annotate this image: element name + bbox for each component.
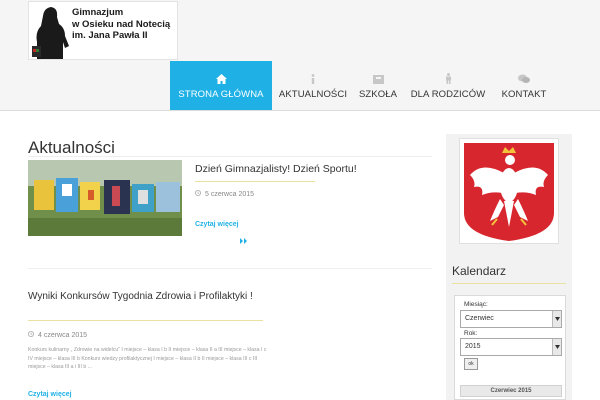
school-logo[interactable]: Gimnazjum w Osieku nad Notecią im. Jana …: [28, 1, 178, 60]
post-title[interactable]: Dzień Gimnazjalisty! Dzień Sportu!: [195, 163, 357, 175]
post-date-text: 5 czerwca 2015: [205, 190, 255, 198]
clock-icon: [195, 190, 201, 198]
chevron-down-icon[interactable]: [552, 339, 561, 355]
parent-icon: [445, 72, 452, 86]
site-header: Gimnazjum w Osieku nad Notecią im. Jana …: [0, 0, 600, 111]
widget-title-underline: [452, 283, 566, 284]
post-date-text: 4 czerwca 2015: [38, 331, 88, 339]
year-select[interactable]: 2015: [460, 338, 562, 356]
nav-item-strona-glowna[interactable]: STRONA GŁÓWNA: [170, 61, 272, 110]
month-select-value: Czerwiec: [465, 315, 494, 322]
month-select[interactable]: Czerwiec: [460, 310, 562, 328]
double-chevron-right-icon[interactable]: [240, 231, 248, 249]
main-nav: STRONA GŁÓWNA AKTUALNOŚCI SZKOŁA DLA ROD…: [170, 61, 554, 110]
nav-item-kontakt[interactable]: KONTAKT: [494, 61, 554, 110]
month-label: Miesiąc:: [464, 301, 488, 308]
post-title-underline: [28, 320, 263, 321]
logo-line: w Osieku nad Notecią: [72, 18, 171, 30]
logo-line: Gimnazjum: [72, 7, 124, 18]
nav-label: SZKOŁA: [358, 88, 398, 100]
nav-label: KONTAKT: [501, 88, 547, 100]
polish-eagle-emblem: [459, 138, 559, 244]
chevron-down-icon[interactable]: [552, 311, 561, 327]
home-icon: [215, 72, 227, 86]
post-title[interactable]: Wyniki Konkursów Tygodnia Zdrowia i Prof…: [28, 290, 263, 304]
eagle-icon: [460, 139, 558, 243]
logo-text: Gimnazjum w Osieku nad Notecią im. Jana …: [72, 7, 170, 42]
post-excerpt: Konkurs kulinarny „ Zdrowie na widelcu” …: [28, 347, 267, 370]
post-thumbnail[interactable]: [28, 160, 182, 236]
logo-line: im. Jana Pawła II: [72, 30, 148, 41]
calendar-caption: Czerwiec 2015: [460, 385, 562, 397]
chat-icon: [518, 72, 530, 86]
post-date: 5 czerwca 2015: [195, 190, 254, 198]
read-more-link[interactable]: Czytaj więcej: [195, 221, 239, 228]
post-divider: [28, 268, 432, 269]
nav-label: DLA RODZICÓW: [410, 88, 486, 100]
nav-item-dla-rodzicow[interactable]: DLA RODZICÓW: [402, 61, 494, 110]
nav-item-aktualnosci[interactable]: AKTUALNOŚCI: [272, 61, 354, 110]
ok-button[interactable]: ok: [464, 358, 478, 370]
post-title-underline: [195, 181, 315, 182]
info-icon: [310, 72, 316, 86]
nav-label: STRONA GŁÓWNA: [178, 88, 264, 100]
sidebar: Kalendarz Miesiąc: Czerwiec Rok: 2015 ok…: [446, 134, 572, 400]
clock-icon: [28, 331, 34, 339]
year-select-value: 2015: [465, 343, 481, 350]
calendar-widget-title: Kalendarz: [452, 264, 507, 278]
nav-label: AKTUALNOŚCI: [278, 88, 348, 100]
title-divider: [28, 156, 432, 157]
page-title: Aktualności: [28, 138, 115, 157]
nav-item-szkola[interactable]: SZKOŁA: [354, 61, 402, 110]
calendar-widget: Miesiąc: Czerwiec Rok: 2015 ok Czerwiec …: [454, 295, 566, 400]
school-icon: [372, 72, 384, 86]
read-more-link[interactable]: Czytaj więcej: [28, 391, 72, 398]
year-label: Rok:: [464, 330, 478, 337]
post-date: 4 czerwca 2015: [28, 331, 87, 339]
